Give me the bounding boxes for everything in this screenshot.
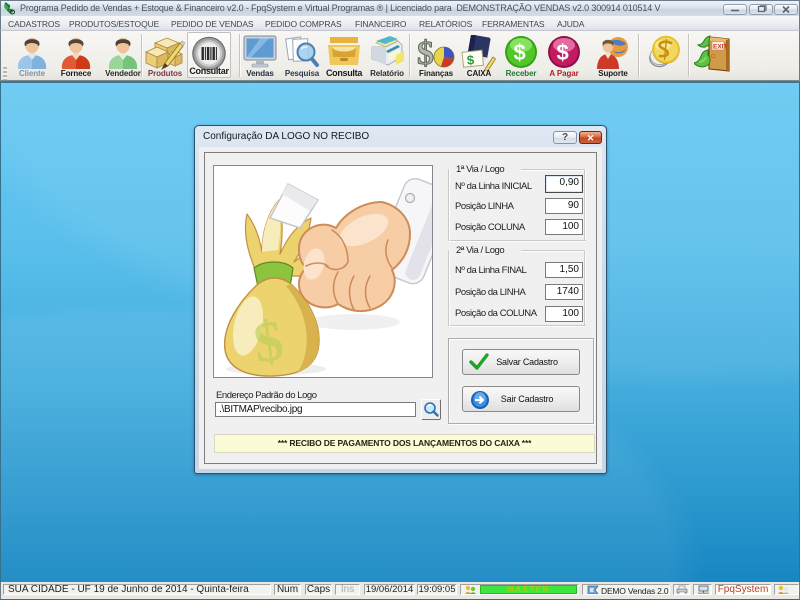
svg-text:EXIT: EXIT (713, 44, 727, 51)
svg-text:$: $ (557, 40, 569, 65)
svg-text:$: $ (417, 35, 434, 71)
svg-text:$: $ (514, 40, 526, 65)
